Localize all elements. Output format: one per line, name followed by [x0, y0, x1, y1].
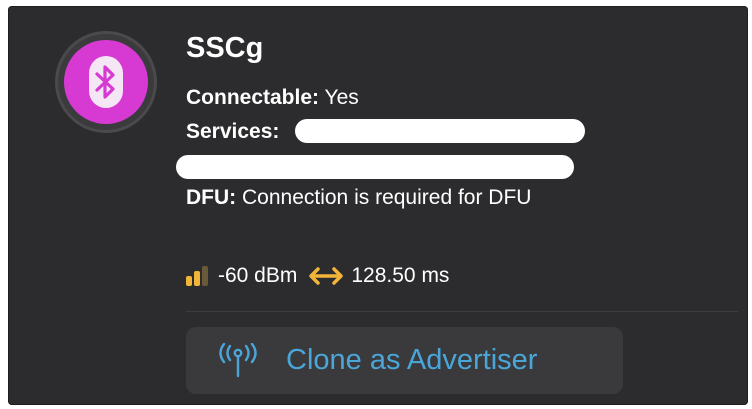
signal-strength-icon [186, 266, 208, 286]
services-label: Services: [186, 120, 280, 143]
signal-bar [202, 266, 208, 286]
clone-button-label: Clone as Advertiser [286, 344, 538, 376]
interval-value: 128.50 ms [351, 264, 450, 287]
avatar [55, 31, 157, 133]
services-redaction-line-2 [176, 155, 574, 179]
services-redaction [295, 119, 585, 143]
antenna-icon [216, 342, 260, 379]
bluetooth-icon [89, 56, 123, 108]
signal-bar [186, 276, 192, 286]
interval-arrows-icon [309, 266, 344, 286]
dfu-row: DFU: Connection is required for DFU [186, 186, 531, 210]
clone-as-advertiser-button[interactable]: Clone as Advertiser [186, 327, 623, 394]
signal-row: -60 dBm 128.50 ms [186, 262, 449, 290]
device-card[interactable]: SSCg Connectable: Yes Services: DFU: Con… [8, 6, 748, 405]
rssi-value: -60 dBm [218, 264, 298, 287]
services-row: Services: [186, 120, 279, 144]
connectable-row: Connectable: Yes [186, 86, 359, 110]
connectable-label: Connectable: [186, 86, 320, 109]
dfu-label: DFU: [186, 186, 237, 209]
connectable-value: Yes [324, 86, 359, 109]
signal-bar [194, 271, 200, 286]
dfu-value: Connection is required for DFU [242, 186, 532, 209]
avatar-circle [64, 40, 148, 124]
divider [186, 311, 738, 312]
device-name: SSCg [186, 32, 264, 64]
